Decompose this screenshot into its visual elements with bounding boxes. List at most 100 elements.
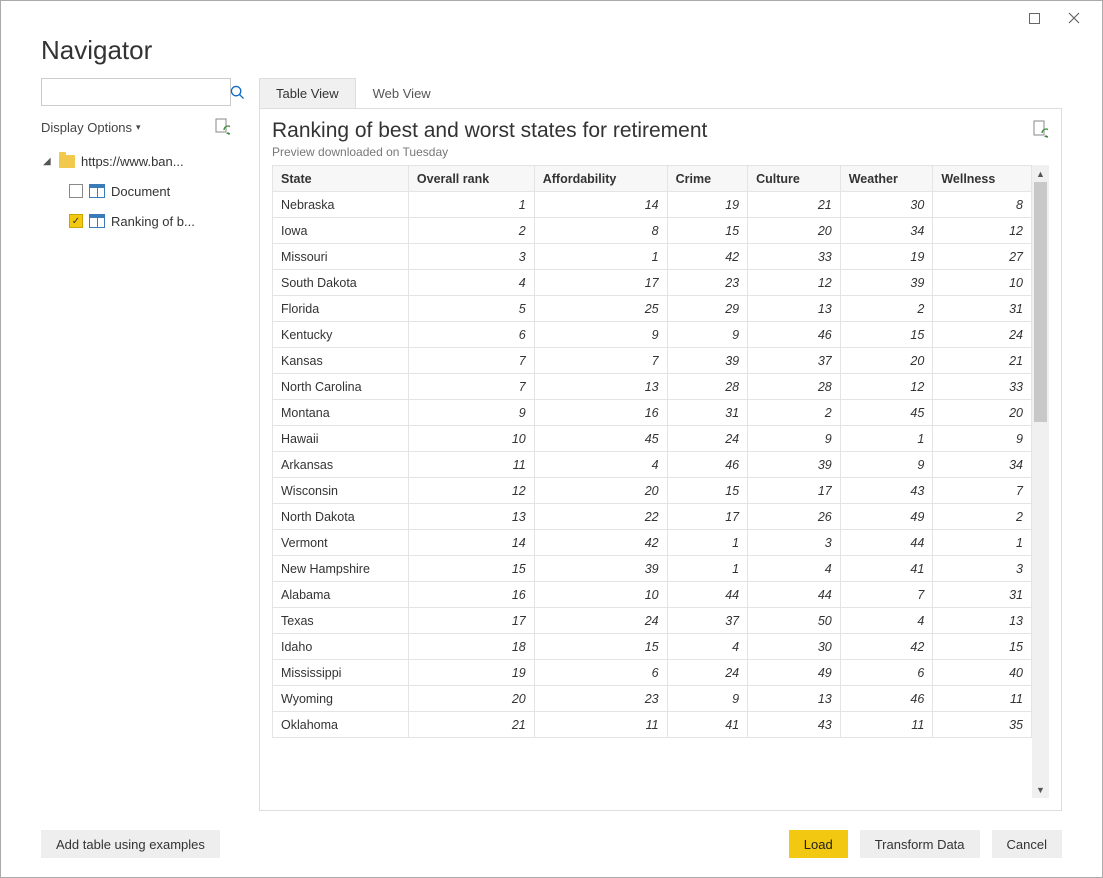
table-row[interactable]: Arkansas1144639934 bbox=[273, 452, 1032, 478]
table-cell: 17 bbox=[408, 608, 534, 634]
table-row[interactable]: Kentucky699461524 bbox=[273, 322, 1032, 348]
close-button[interactable] bbox=[1054, 5, 1094, 31]
table-cell: 39 bbox=[667, 348, 748, 374]
tree-item-document[interactable]: Document bbox=[41, 176, 231, 206]
table-cell: 42 bbox=[534, 530, 667, 556]
scroll-down-icon[interactable]: ▼ bbox=[1032, 781, 1049, 798]
table-cell: 10 bbox=[408, 426, 534, 452]
vertical-scrollbar[interactable]: ▲ ▼ bbox=[1032, 165, 1049, 798]
table-cell: 9 bbox=[667, 686, 748, 712]
add-table-examples-button[interactable]: Add table using examples bbox=[41, 830, 220, 858]
table-cell: 17 bbox=[748, 478, 841, 504]
table-cell: 35 bbox=[933, 712, 1032, 738]
tree-item-label: Document bbox=[111, 184, 231, 199]
table-cell: 16 bbox=[408, 582, 534, 608]
table-row[interactable]: New Hampshire153914413 bbox=[273, 556, 1032, 582]
table-cell: 24 bbox=[933, 322, 1032, 348]
table-row[interactable]: South Dakota41723123910 bbox=[273, 270, 1032, 296]
scroll-up-icon[interactable]: ▲ bbox=[1032, 165, 1049, 182]
col-header[interactable]: State bbox=[273, 166, 409, 192]
col-header[interactable]: Weather bbox=[840, 166, 933, 192]
table-cell: 3 bbox=[408, 244, 534, 270]
table-row[interactable]: North Dakota13221726492 bbox=[273, 504, 1032, 530]
tree-root-node[interactable]: ◢ https://www.ban... bbox=[41, 146, 231, 176]
chevron-down-icon: ▾ bbox=[136, 122, 141, 133]
table-row[interactable]: Missouri3142331927 bbox=[273, 244, 1032, 270]
table-row[interactable]: North Carolina71328281233 bbox=[273, 374, 1032, 400]
checkbox-unchecked[interactable] bbox=[69, 184, 83, 198]
table-cell: 41 bbox=[840, 556, 933, 582]
table-row[interactable]: Oklahoma211141431135 bbox=[273, 712, 1032, 738]
display-options-dropdown[interactable]: Display Options ▾ bbox=[41, 120, 141, 135]
scrollbar-thumb[interactable] bbox=[1034, 182, 1047, 422]
table-cell: 39 bbox=[534, 556, 667, 582]
table-row[interactable]: Alabama16104444731 bbox=[273, 582, 1032, 608]
table-cell: Texas bbox=[273, 608, 409, 634]
col-header[interactable]: Crime bbox=[667, 166, 748, 192]
scrollbar-track[interactable] bbox=[1032, 182, 1049, 781]
table-cell: 13 bbox=[748, 296, 841, 322]
load-button[interactable]: Load bbox=[789, 830, 848, 858]
table-row[interactable]: Idaho18154304215 bbox=[273, 634, 1032, 660]
table-cell: 45 bbox=[840, 400, 933, 426]
table-cell: Vermont bbox=[273, 530, 409, 556]
maximize-button[interactable] bbox=[1014, 5, 1054, 31]
table-cell: 34 bbox=[840, 218, 933, 244]
table-cell: 15 bbox=[534, 634, 667, 660]
table-row[interactable]: Mississippi1962449640 bbox=[273, 660, 1032, 686]
navigator-window: Navigator Display Options ▾ bbox=[0, 0, 1103, 878]
col-header[interactable]: Affordability bbox=[534, 166, 667, 192]
table-row[interactable]: Hawaii104524919 bbox=[273, 426, 1032, 452]
col-header[interactable]: Wellness bbox=[933, 166, 1032, 192]
table-cell: Arkansas bbox=[273, 452, 409, 478]
tab-table-view[interactable]: Table View bbox=[259, 78, 356, 108]
table-cell: 39 bbox=[840, 270, 933, 296]
col-header[interactable]: Culture bbox=[748, 166, 841, 192]
table-cell: Idaho bbox=[273, 634, 409, 660]
table-row[interactable]: Texas17243750413 bbox=[273, 608, 1032, 634]
table-cell: 8 bbox=[933, 192, 1032, 218]
header: Navigator bbox=[1, 35, 1102, 78]
table-cell: 31 bbox=[933, 582, 1032, 608]
table-cell: 31 bbox=[667, 400, 748, 426]
tab-web-view[interactable]: Web View bbox=[356, 78, 448, 108]
table-row[interactable]: Montana9163124520 bbox=[273, 400, 1032, 426]
table-row[interactable]: Iowa2815203412 bbox=[273, 218, 1032, 244]
tree-item-label: Ranking of b... bbox=[111, 214, 231, 229]
table-cell: 1 bbox=[534, 244, 667, 270]
refresh-tree-icon[interactable] bbox=[213, 116, 231, 138]
table-cell: 5 bbox=[408, 296, 534, 322]
table-cell: 18 bbox=[408, 634, 534, 660]
col-header[interactable]: Overall rank bbox=[408, 166, 534, 192]
tree-item-ranking[interactable]: ✓ Ranking of b... bbox=[41, 206, 231, 236]
search-icon bbox=[230, 85, 245, 100]
table-row[interactable]: Vermont144213441 bbox=[273, 530, 1032, 556]
dialog-title: Navigator bbox=[41, 35, 1062, 66]
table-cell: New Hampshire bbox=[273, 556, 409, 582]
search-input[interactable] bbox=[42, 85, 230, 100]
data-table: State Overall rank Affordability Crime C… bbox=[272, 165, 1032, 738]
table-cell: 33 bbox=[933, 374, 1032, 400]
refresh-preview-icon[interactable] bbox=[1031, 119, 1049, 141]
table-row[interactable]: Florida5252913231 bbox=[273, 296, 1032, 322]
table-cell: 49 bbox=[840, 504, 933, 530]
table-cell: 2 bbox=[933, 504, 1032, 530]
table-row[interactable]: Nebraska1141921308 bbox=[273, 192, 1032, 218]
table-cell: 13 bbox=[933, 608, 1032, 634]
search-box[interactable] bbox=[41, 78, 231, 106]
table-cell: 6 bbox=[408, 322, 534, 348]
table-icon bbox=[89, 214, 105, 228]
table-row[interactable]: Wisconsin12201517437 bbox=[273, 478, 1032, 504]
table-cell: 12 bbox=[933, 218, 1032, 244]
table-cell: Mississippi bbox=[273, 660, 409, 686]
cancel-button[interactable]: Cancel bbox=[992, 830, 1062, 858]
table-cell: 4 bbox=[667, 634, 748, 660]
table-row[interactable]: Kansas7739372021 bbox=[273, 348, 1032, 374]
table-row[interactable]: Wyoming20239134611 bbox=[273, 686, 1032, 712]
table-cell: 17 bbox=[534, 270, 667, 296]
checkbox-checked[interactable]: ✓ bbox=[69, 214, 83, 228]
table-cell: Nebraska bbox=[273, 192, 409, 218]
transform-data-button[interactable]: Transform Data bbox=[860, 830, 980, 858]
table-cell: 9 bbox=[840, 452, 933, 478]
table-cell: 1 bbox=[667, 530, 748, 556]
